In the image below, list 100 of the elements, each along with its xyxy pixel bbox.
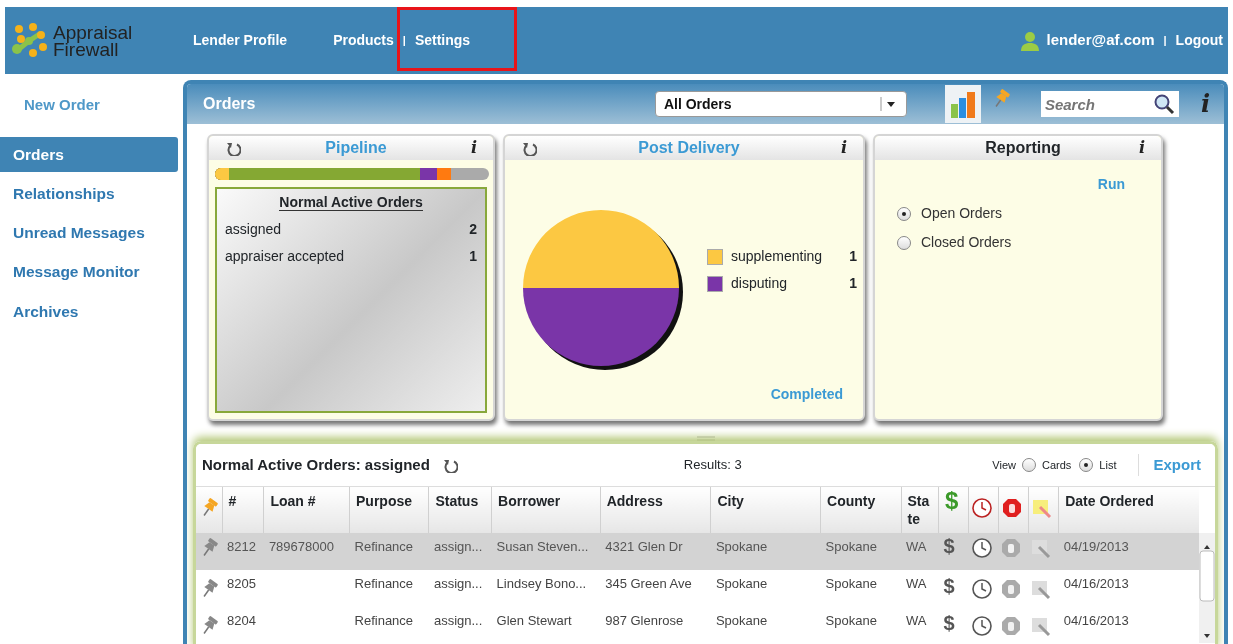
stop-hand-icon[interactable] xyxy=(1000,497,1023,519)
clock-icon[interactable] xyxy=(970,615,993,637)
widget-title: Pipeline xyxy=(325,138,387,158)
sticky-note-icon[interactable] xyxy=(1030,537,1053,559)
table-cell: Lindsey Bono... xyxy=(496,576,587,591)
caret-icon xyxy=(879,97,898,111)
scrollbar[interactable] xyxy=(1199,533,1215,643)
clock-icon[interactable] xyxy=(971,497,994,519)
dollar-icon: $ xyxy=(943,535,955,557)
table-cell: Spokane xyxy=(715,576,768,591)
clock-icon[interactable] xyxy=(970,578,993,600)
logo-icon xyxy=(11,22,49,59)
logo-text: Appraisal xyxy=(53,23,133,41)
table-cell: 8204 xyxy=(227,613,257,628)
info-icon[interactable]: i xyxy=(1200,86,1210,122)
refresh-icon[interactable] xyxy=(521,140,537,156)
user-link[interactable]: lender@af.com xyxy=(1046,29,1155,52)
user-icon xyxy=(1018,29,1041,52)
table-cell: 4321 Glen Dr xyxy=(605,539,683,554)
sidebar-item[interactable]: Message Monitor xyxy=(0,254,178,290)
dollar-icon: $ xyxy=(945,487,959,514)
table-cell: Spokane xyxy=(825,539,877,554)
nav-link[interactable]: Products xyxy=(333,30,394,51)
panel-title: Orders xyxy=(203,94,256,114)
legend-value: 1 xyxy=(849,247,857,266)
table-cell: Susan Steven... xyxy=(496,539,589,554)
legend-label: disputing xyxy=(731,274,788,293)
legend-label: supplementing xyxy=(731,247,823,266)
table-cell: assign... xyxy=(433,576,483,591)
logout-link[interactable]: Logout xyxy=(1175,30,1223,51)
radio-label: List xyxy=(1099,457,1117,473)
table-cell: Refinance xyxy=(354,613,414,628)
info-icon[interactable]: i xyxy=(470,136,477,160)
sticky-note-icon[interactable] xyxy=(1030,497,1053,519)
radio-label: Cards xyxy=(1042,457,1072,473)
results-count: Results: 3 xyxy=(683,456,742,475)
sidebar-item[interactable]: Archives xyxy=(0,293,178,329)
table-cell: 987 Glenrose xyxy=(605,613,684,628)
panel-heading: Normal Active Orders xyxy=(279,194,423,211)
table-row[interactable]: 8212 789678000 Refinance assign... Susan Steven... 4321 Glen Dr Spokane Spokane WA $ 04/19/2013 xyxy=(196,533,1199,570)
status-label: appraiser accepted xyxy=(225,247,345,266)
table-cell: 04/16/2013 xyxy=(1063,576,1129,591)
table-cell: 8212 xyxy=(227,539,257,554)
table-cell: 789678000 xyxy=(268,539,334,554)
info-icon[interactable]: i xyxy=(1138,136,1145,160)
view-label: View xyxy=(992,457,1016,473)
sidebar-item[interactable]: Unread Messages xyxy=(0,215,178,251)
sidebar-item[interactable]: Relationships xyxy=(0,175,178,211)
widget-title: Reporting xyxy=(985,138,1061,158)
stop-hand-icon[interactable] xyxy=(1000,537,1023,559)
table-cell: Spokane xyxy=(715,613,768,628)
table-row[interactable]: 8205 Refinance assign... Lindsey Bono... 345 Green Ave Spokane Spokane WA $ 04/16/2013 xyxy=(196,570,1199,607)
table-cell: WA xyxy=(906,613,927,628)
refresh-icon[interactable] xyxy=(441,457,458,473)
status-count: 1 xyxy=(469,247,477,266)
table-cell: Refinance xyxy=(354,576,414,591)
refresh-icon[interactable] xyxy=(225,140,241,156)
table-cell: WA xyxy=(906,576,927,591)
nav-separator: | xyxy=(1163,33,1167,49)
widget-title: Post Delivery xyxy=(638,138,740,158)
legend-value: 1 xyxy=(849,274,857,293)
table-cell: 345 Green Ave xyxy=(605,576,692,591)
nav-separator: | xyxy=(402,33,406,49)
grid-title: Normal Active Orders: assigned xyxy=(202,454,430,475)
radio-label: Open Orders xyxy=(921,204,1002,223)
view-radio[interactable] xyxy=(1022,458,1036,472)
table-row[interactable]: 8204 Refinance assign... Glen Stewart 987 Glenrose Spokane Spokane WA $ 04/16/2013 xyxy=(196,607,1199,644)
table-cell: 04/16/2013 xyxy=(1063,613,1129,628)
stop-hand-icon[interactable] xyxy=(1000,578,1023,600)
table-cell: Spokane xyxy=(825,576,877,591)
nav-link[interactable]: Lender Profile xyxy=(193,30,288,51)
dollar-icon: $ xyxy=(943,575,955,597)
table-cell: 04/19/2013 xyxy=(1063,539,1129,554)
search-field[interactable]: Search xyxy=(1040,91,1179,117)
dollar-icon: $ xyxy=(943,612,955,634)
table-cell: Spokane xyxy=(825,613,877,628)
sticky-note-icon[interactable] xyxy=(1030,615,1053,637)
bar-chart-tab[interactable] xyxy=(944,85,981,123)
radio-label: Closed Orders xyxy=(921,233,1012,252)
nav-link[interactable]: Settings xyxy=(414,30,471,51)
table-cell: Refinance xyxy=(354,539,414,554)
table-cell: assign... xyxy=(433,539,483,554)
stop-hand-icon[interactable] xyxy=(1000,615,1023,637)
status-label: assigned xyxy=(225,220,282,239)
table-cell: 8205 xyxy=(227,576,257,591)
view-radio[interactable] xyxy=(1079,458,1094,472)
splitter-handle-icon[interactable] xyxy=(696,436,715,441)
radio-button[interactable] xyxy=(897,206,911,221)
table-cell: Glen Stewart xyxy=(496,613,572,628)
status-count: 2 xyxy=(469,220,477,239)
radio-button[interactable] xyxy=(897,235,911,250)
table-cell: assign... xyxy=(433,613,483,628)
sticky-note-icon[interactable] xyxy=(1030,578,1053,600)
filter-dropdown[interactable]: All Orders xyxy=(654,91,907,117)
table-cell: WA xyxy=(906,539,927,554)
info-icon[interactable]: i xyxy=(840,136,847,160)
search-icon[interactable] xyxy=(1152,93,1175,115)
table-cell: Spokane xyxy=(715,539,768,554)
sidebar-item[interactable]: Orders xyxy=(0,136,178,172)
clock-icon[interactable] xyxy=(970,537,993,559)
